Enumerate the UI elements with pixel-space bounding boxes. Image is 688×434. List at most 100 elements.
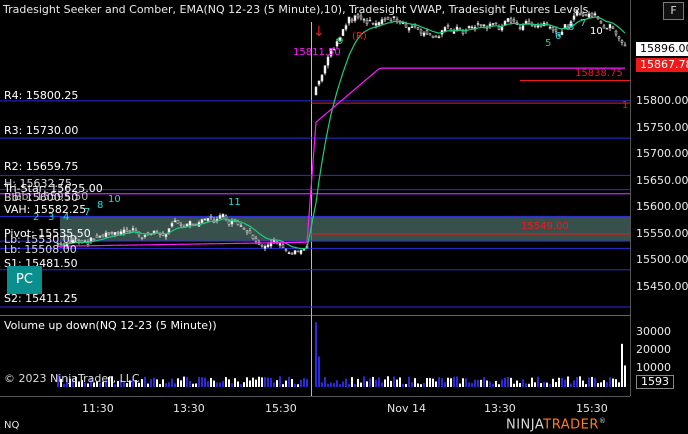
volume-bar	[588, 377, 590, 387]
volume-bar	[519, 383, 521, 387]
candle-down	[512, 19, 516, 22]
volume-bar	[321, 382, 323, 387]
candle-up	[521, 25, 525, 31]
volume-bar	[537, 376, 539, 387]
volume-bar	[522, 379, 524, 387]
volume-bar	[465, 378, 467, 387]
volume-bar	[498, 384, 500, 387]
volume-bar	[540, 383, 542, 387]
price-tick: 15700.00	[636, 147, 688, 160]
volume-bar	[240, 384, 242, 387]
volume-bar	[402, 384, 404, 387]
logo-prefix: NINJA	[506, 417, 544, 433]
volume-bar	[168, 382, 170, 387]
candle-down	[434, 35, 438, 38]
level-r2: R2: 15659.75	[4, 160, 79, 173]
candle-up	[467, 25, 471, 29]
candle-up	[377, 22, 381, 26]
level-lb-2: Lb: 15508.00	[4, 243, 77, 256]
candle-up	[143, 235, 147, 237]
count-label: 2	[33, 212, 40, 223]
f-button[interactable]: F	[663, 2, 684, 20]
volume-bar	[183, 376, 185, 387]
volume-bar	[306, 379, 308, 387]
volume-bar	[549, 384, 551, 387]
volume-bar	[618, 382, 620, 387]
volume-bar	[147, 383, 149, 387]
candle-down	[110, 232, 114, 235]
candle-down	[248, 230, 252, 234]
current-volume-tag: 1593	[636, 375, 674, 389]
candle-up	[353, 15, 357, 21]
volume-bar	[222, 380, 224, 387]
price-tick: 15550.00	[636, 227, 688, 240]
volume-bar	[267, 377, 269, 387]
logo-mark: ®	[598, 417, 607, 425]
count-label: 8	[568, 22, 575, 33]
candle-up	[344, 25, 348, 30]
copyright-notice: © 2023 NinjaTrader, LLC	[4, 372, 140, 385]
volume-bar	[438, 377, 440, 387]
volume-bar	[198, 376, 200, 387]
volume-bar	[366, 381, 368, 387]
price-chart[interactable]	[0, 0, 688, 434]
volume-bar	[501, 379, 503, 387]
candle-up	[548, 26, 552, 29]
candle-up	[536, 25, 540, 28]
volume-bar	[396, 379, 398, 387]
candle-up	[605, 27, 609, 30]
volume-panel-title: Volume up down(NQ 12-23 (5 Minute))	[4, 319, 217, 332]
candle-up	[593, 13, 597, 16]
volume-bar	[288, 376, 290, 387]
volume-bar	[330, 382, 332, 387]
volume-bar	[429, 378, 431, 387]
candle-down	[260, 244, 264, 247]
ninjatrader-logo: NINJATRADER®	[506, 417, 606, 432]
volume-bar	[510, 377, 512, 387]
volume-bar	[252, 377, 254, 387]
count-label: 8	[97, 200, 104, 211]
candle-down	[281, 244, 285, 248]
candle-up	[317, 80, 321, 85]
volume-bar	[201, 377, 203, 387]
down-arrow-icon: ↓	[313, 24, 325, 40]
time-tick: 15:30	[265, 402, 297, 415]
volume-bar	[231, 383, 233, 387]
volume-bar	[303, 378, 305, 387]
volume-bar	[555, 382, 557, 387]
volume-bar	[468, 382, 470, 387]
candle-up	[608, 24, 612, 29]
volume-bar	[300, 379, 302, 387]
candle-up	[230, 220, 234, 225]
volume-bar	[444, 382, 446, 387]
volume-bar	[621, 343, 623, 387]
volume-bar	[249, 380, 251, 387]
candle-down	[458, 28, 462, 30]
volume-bar	[291, 378, 293, 387]
volume-bar	[297, 384, 299, 387]
candle-up	[104, 232, 108, 238]
volume-bar	[447, 377, 449, 387]
chart-window: Tradesight Seeker and Comber, EMA(NQ 12-…	[0, 0, 688, 434]
ema-line	[57, 16, 626, 250]
candle-down	[416, 27, 420, 30]
candle-up	[266, 244, 270, 248]
candle-up	[131, 228, 135, 231]
instrument-symbol: NQ	[4, 420, 20, 431]
volume-bar	[159, 384, 161, 387]
volume-bar	[294, 383, 296, 387]
candle-down	[179, 224, 183, 226]
candle-up	[380, 19, 384, 24]
volume-bar	[165, 383, 167, 387]
pc-button[interactable]: PC	[7, 266, 42, 294]
volume-bar	[612, 378, 614, 387]
candle-down	[533, 25, 537, 27]
volume-bar	[513, 383, 515, 387]
candle-up	[185, 223, 189, 227]
candle-down	[614, 30, 618, 35]
indicator-series	[57, 16, 626, 250]
volume-bar	[339, 384, 341, 387]
candle-up	[482, 24, 486, 27]
volume-bar	[348, 384, 350, 387]
volume-bar	[609, 377, 611, 387]
